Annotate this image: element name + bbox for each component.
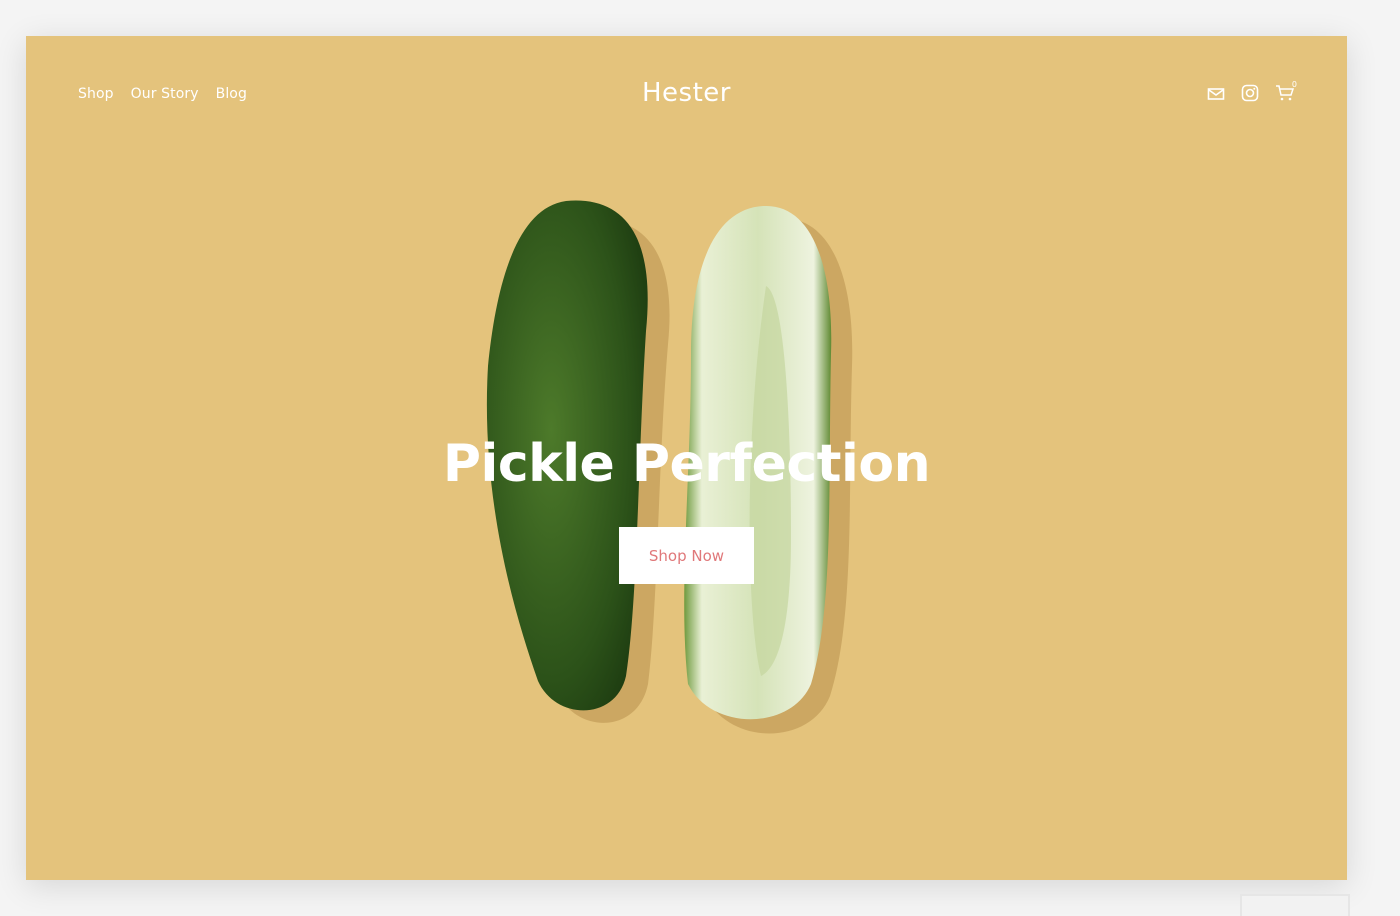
hero-section: Shop Our Story Blog Hester 0 Pickle Perf… (26, 36, 1347, 880)
mail-icon[interactable] (1207, 86, 1225, 105)
cart-count: 0 (1291, 80, 1297, 89)
next-section-edge (1240, 894, 1350, 916)
site-logo[interactable]: Hester (26, 78, 1347, 108)
header-icons (1207, 84, 1295, 106)
hero-title: Pickle Perfection (442, 434, 931, 494)
shop-now-button[interactable]: Shop Now (619, 527, 754, 584)
instagram-icon[interactable] (1241, 84, 1259, 106)
